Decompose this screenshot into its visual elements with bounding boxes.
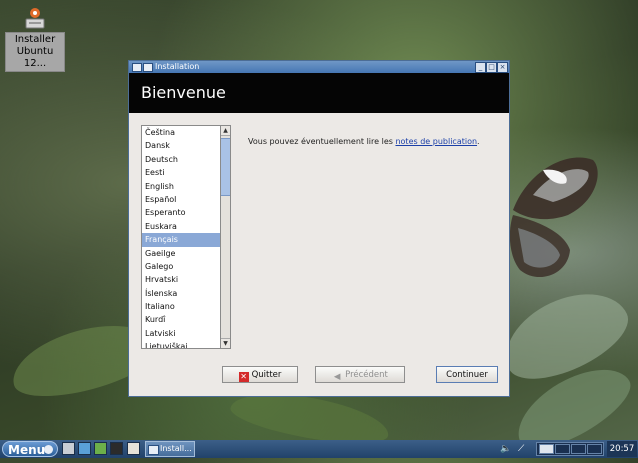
language-item[interactable]: Gaeilge bbox=[142, 247, 230, 260]
task-item-installer[interactable]: Install... bbox=[145, 441, 195, 457]
menu-label: Menu bbox=[8, 443, 46, 457]
continue-button[interactable]: Continuer bbox=[436, 366, 498, 383]
quit-label: Quitter bbox=[251, 370, 282, 380]
butterfly-image bbox=[509, 157, 598, 278]
task-window-icon bbox=[148, 445, 159, 455]
page-heading: Bienvenue bbox=[129, 73, 509, 113]
back-arrow-icon: ◀ bbox=[333, 372, 341, 382]
back-label: Précédent bbox=[345, 370, 388, 380]
language-list-items: Čeština Dansk Deutsch Eesti English Español Es… bbox=[142, 126, 230, 348]
installer-icon-label: Installer Ubuntu 12... bbox=[5, 32, 65, 72]
maximize-icon[interactable]: □ bbox=[486, 62, 497, 73]
workspace-4[interactable] bbox=[587, 444, 602, 454]
taskbar: Menu Install... 🔈 ⟋ 20:57 bbox=[0, 440, 638, 458]
minimize-icon[interactable]: _ bbox=[475, 62, 486, 73]
workspace-2[interactable] bbox=[555, 444, 570, 454]
window-menu-icon[interactable] bbox=[132, 63, 142, 72]
language-item[interactable]: Eesti bbox=[142, 166, 230, 179]
language-list-scrollbar[interactable]: ▲ ▼ bbox=[220, 125, 231, 349]
menu-logo-icon bbox=[44, 445, 53, 454]
installer-desktop-icon[interactable]: Installer Ubuntu 12... bbox=[5, 6, 65, 72]
scroll-up-icon[interactable]: ▲ bbox=[221, 126, 230, 136]
language-item[interactable]: Kurdî bbox=[142, 313, 230, 326]
language-item[interactable]: Latviski bbox=[142, 327, 230, 340]
close-icon[interactable]: × bbox=[497, 62, 508, 73]
notice-end: . bbox=[477, 137, 480, 146]
notice-text: Vous pouvez éventuellement lire les bbox=[248, 137, 396, 146]
icon-label-line2: Ubuntu 12... bbox=[16, 46, 54, 69]
clock[interactable]: 20:57 bbox=[607, 441, 637, 457]
window-title: Installation bbox=[155, 62, 200, 71]
volume-icon[interactable]: 🔈 bbox=[500, 442, 511, 456]
workspace-3[interactable] bbox=[571, 444, 586, 454]
window-titlebar[interactable]: Installation _ □ × bbox=[129, 61, 509, 73]
language-item[interactable]: Hrvatski bbox=[142, 273, 230, 286]
app-icon[interactable] bbox=[94, 442, 107, 455]
language-item[interactable]: Euskara bbox=[142, 220, 230, 233]
quit-button[interactable]: ✕ Quitter bbox=[222, 366, 298, 383]
workspace-1[interactable] bbox=[539, 444, 554, 454]
language-item[interactable]: Italiano bbox=[142, 300, 230, 313]
editor-icon[interactable] bbox=[127, 442, 140, 455]
back-button[interactable]: ◀ Précédent bbox=[315, 366, 405, 383]
language-item[interactable]: Esperanto bbox=[142, 206, 230, 219]
icon-label-line1: Installer bbox=[14, 34, 56, 45]
file-manager-icon[interactable] bbox=[62, 442, 75, 455]
language-item[interactable]: Íslenska bbox=[142, 287, 230, 300]
task-label: Install... bbox=[160, 444, 192, 453]
language-list[interactable]: Čeština Dansk Deutsch Eesti English Español Es… bbox=[141, 125, 231, 349]
release-notes-link[interactable]: notes de publication bbox=[395, 137, 477, 146]
language-item[interactable]: English bbox=[142, 180, 230, 193]
language-item[interactable]: Español bbox=[142, 193, 230, 206]
workspace-pager[interactable] bbox=[536, 442, 604, 456]
installer-window: Installation _ □ × Bienvenue Čeština Dans… bbox=[128, 60, 510, 397]
language-item[interactable]: Dansk bbox=[142, 139, 230, 152]
release-notes-notice: Vous pouvez éventuellement lire les note… bbox=[248, 137, 480, 146]
terminal-icon[interactable] bbox=[110, 442, 123, 455]
language-item[interactable]: Čeština bbox=[142, 126, 230, 139]
language-item[interactable]: Lietuviškai bbox=[142, 340, 230, 348]
window-app-icon bbox=[143, 63, 153, 72]
network-icon[interactable]: ⟋ bbox=[518, 442, 524, 456]
continue-label: Continuer bbox=[446, 370, 488, 380]
language-item[interactable]: Français bbox=[142, 233, 230, 247]
quit-icon: ✕ bbox=[238, 372, 249, 382]
scrollbar-thumb[interactable] bbox=[221, 138, 230, 196]
language-item[interactable]: Galego bbox=[142, 260, 230, 273]
language-item[interactable]: Deutsch bbox=[142, 153, 230, 166]
menu-button[interactable]: Menu bbox=[2, 441, 58, 457]
scroll-down-icon[interactable]: ▼ bbox=[221, 338, 230, 348]
browser-icon[interactable] bbox=[78, 442, 91, 455]
installer-icon bbox=[24, 6, 46, 30]
